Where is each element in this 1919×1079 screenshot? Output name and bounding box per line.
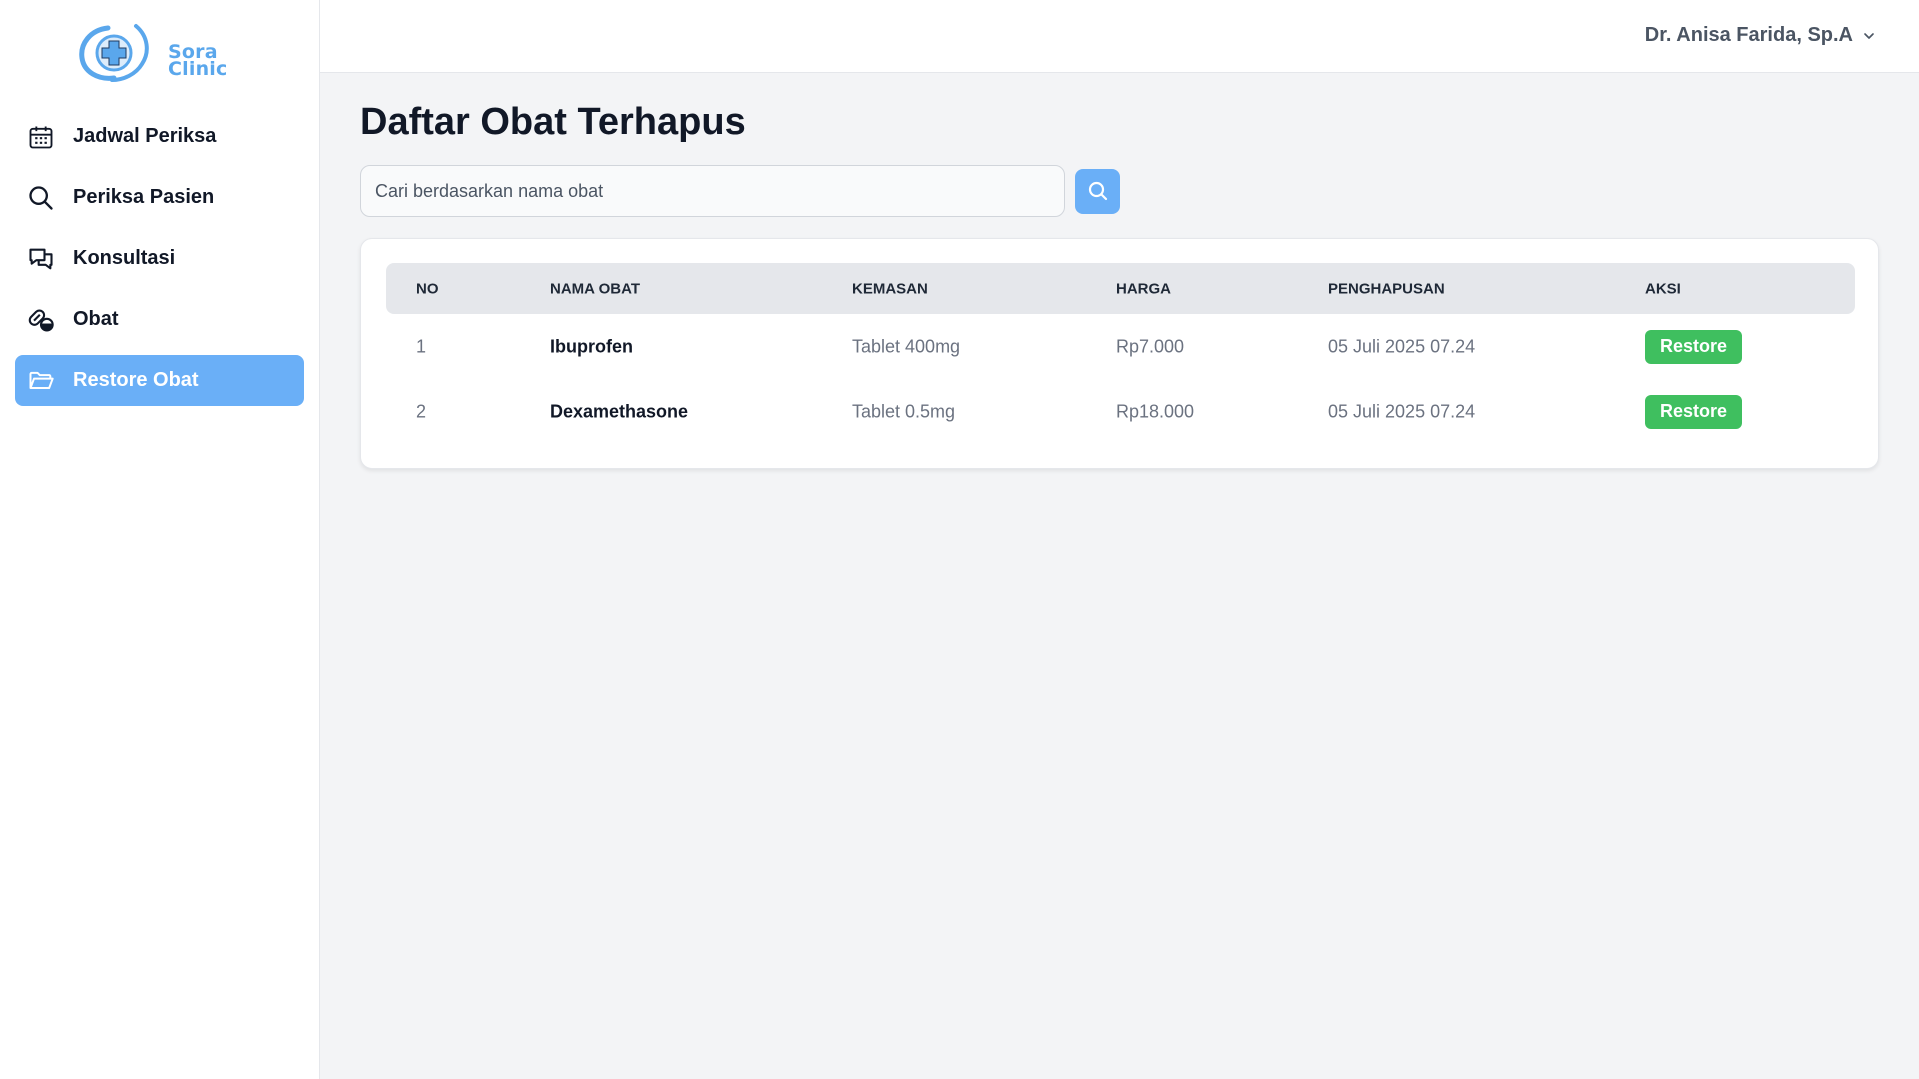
restore-button[interactable]: Restore xyxy=(1645,329,1743,364)
table-row: 1 Ibuprofen Tablet 400mg Rp7.000 05 Juli… xyxy=(386,314,1855,379)
cell-kemasan: Tablet 0.5mg xyxy=(852,401,956,421)
column-header-aksi: AKSI xyxy=(1645,280,1681,297)
cell-penghapusan: 05 Juli 2025 07.24 xyxy=(1328,336,1476,356)
page-title: Daftar Obat Terhapus xyxy=(360,101,746,143)
restore-button[interactable]: Restore xyxy=(1645,394,1743,429)
user-menu[interactable]: Dr. Anisa Farida, Sp.A xyxy=(1645,24,1877,47)
sidebar-item-label: Obat xyxy=(73,308,119,330)
chevron-down-icon xyxy=(1864,32,1874,39)
chat-bubbles-icon xyxy=(27,245,55,273)
cell-penghapusan: 05 Juli 2025 07.24 xyxy=(1328,401,1476,421)
column-header-kemasan: KEMASAN xyxy=(852,280,928,297)
sidebar-item-restore-obat[interactable]: Restore Obat xyxy=(15,355,304,406)
calendar-icon xyxy=(27,123,55,151)
sidebar: Sora Clinic Jadwal Periksa Periksa Pasie… xyxy=(0,0,320,1079)
cell-harga: Rp7.000 xyxy=(1116,336,1185,356)
column-header-no: NO xyxy=(416,280,439,297)
search-bar xyxy=(360,165,1120,217)
app-root: Sora Clinic Jadwal Periksa Periksa Pasie… xyxy=(0,0,1919,1079)
sidebar-nav: Jadwal Periksa Periksa Pasien Konsultasi… xyxy=(15,111,304,416)
search-button[interactable] xyxy=(1075,168,1120,214)
search-icon xyxy=(1088,181,1107,201)
sidebar-item-obat[interactable]: Obat xyxy=(15,294,304,345)
table-row: 2 Dexamethasone Tablet 0.5mg Rp18.000 05… xyxy=(386,379,1855,444)
search-icon xyxy=(27,184,55,212)
column-header-harga: HARGA xyxy=(1116,280,1171,297)
column-header-penghapusan: PENGHAPUSAN xyxy=(1328,280,1445,297)
pills-icon xyxy=(27,306,55,334)
cell-kemasan: Tablet 400mg xyxy=(852,336,961,356)
deleted-medicine-table: NO NAMA OBAT KEMASAN HARGA PENGHAPUSAN A… xyxy=(386,263,1855,444)
logo-wordmark: Sora Clinic xyxy=(168,43,228,80)
main-content: Dr. Anisa Farida, Sp.A Daftar Obat Terha… xyxy=(320,0,1919,1079)
sidebar-item-jadwal-periksa[interactable]: Jadwal Periksa xyxy=(15,111,304,162)
sidebar-item-label: Konsultasi xyxy=(73,247,176,269)
logo-text-line2: Clinic xyxy=(168,58,228,80)
top-bar: Dr. Anisa Farida, Sp.A xyxy=(320,0,1919,73)
folder-open-icon xyxy=(27,367,55,395)
search-input[interactable] xyxy=(360,165,1065,217)
cell-no: 2 xyxy=(416,401,427,421)
sidebar-item-label: Periksa Pasien xyxy=(73,186,215,208)
clinic-logo[interactable]: Sora Clinic xyxy=(78,22,228,84)
logo-cross-icon xyxy=(79,24,149,82)
sidebar-item-periksa-pasien[interactable]: Periksa Pasien xyxy=(15,172,304,223)
deleted-medicine-card: NO NAMA OBAT KEMASAN HARGA PENGHAPUSAN A… xyxy=(360,238,1879,469)
sidebar-item-label: Jadwal Periksa xyxy=(73,125,217,147)
cell-nama-obat: Dexamethasone xyxy=(550,401,689,421)
cell-nama-obat: Ibuprofen xyxy=(550,336,633,356)
column-header-nama-obat: NAMA OBAT xyxy=(550,280,640,297)
cell-harga: Rp18.000 xyxy=(1116,401,1195,421)
sidebar-item-konsultasi[interactable]: Konsultasi xyxy=(15,233,304,284)
sidebar-item-label: Restore Obat xyxy=(73,369,199,391)
table-header: NO NAMA OBAT KEMASAN HARGA PENGHAPUSAN A… xyxy=(386,263,1855,314)
user-name: Dr. Anisa Farida, Sp.A xyxy=(1644,24,1853,46)
cell-no: 1 xyxy=(416,336,427,356)
